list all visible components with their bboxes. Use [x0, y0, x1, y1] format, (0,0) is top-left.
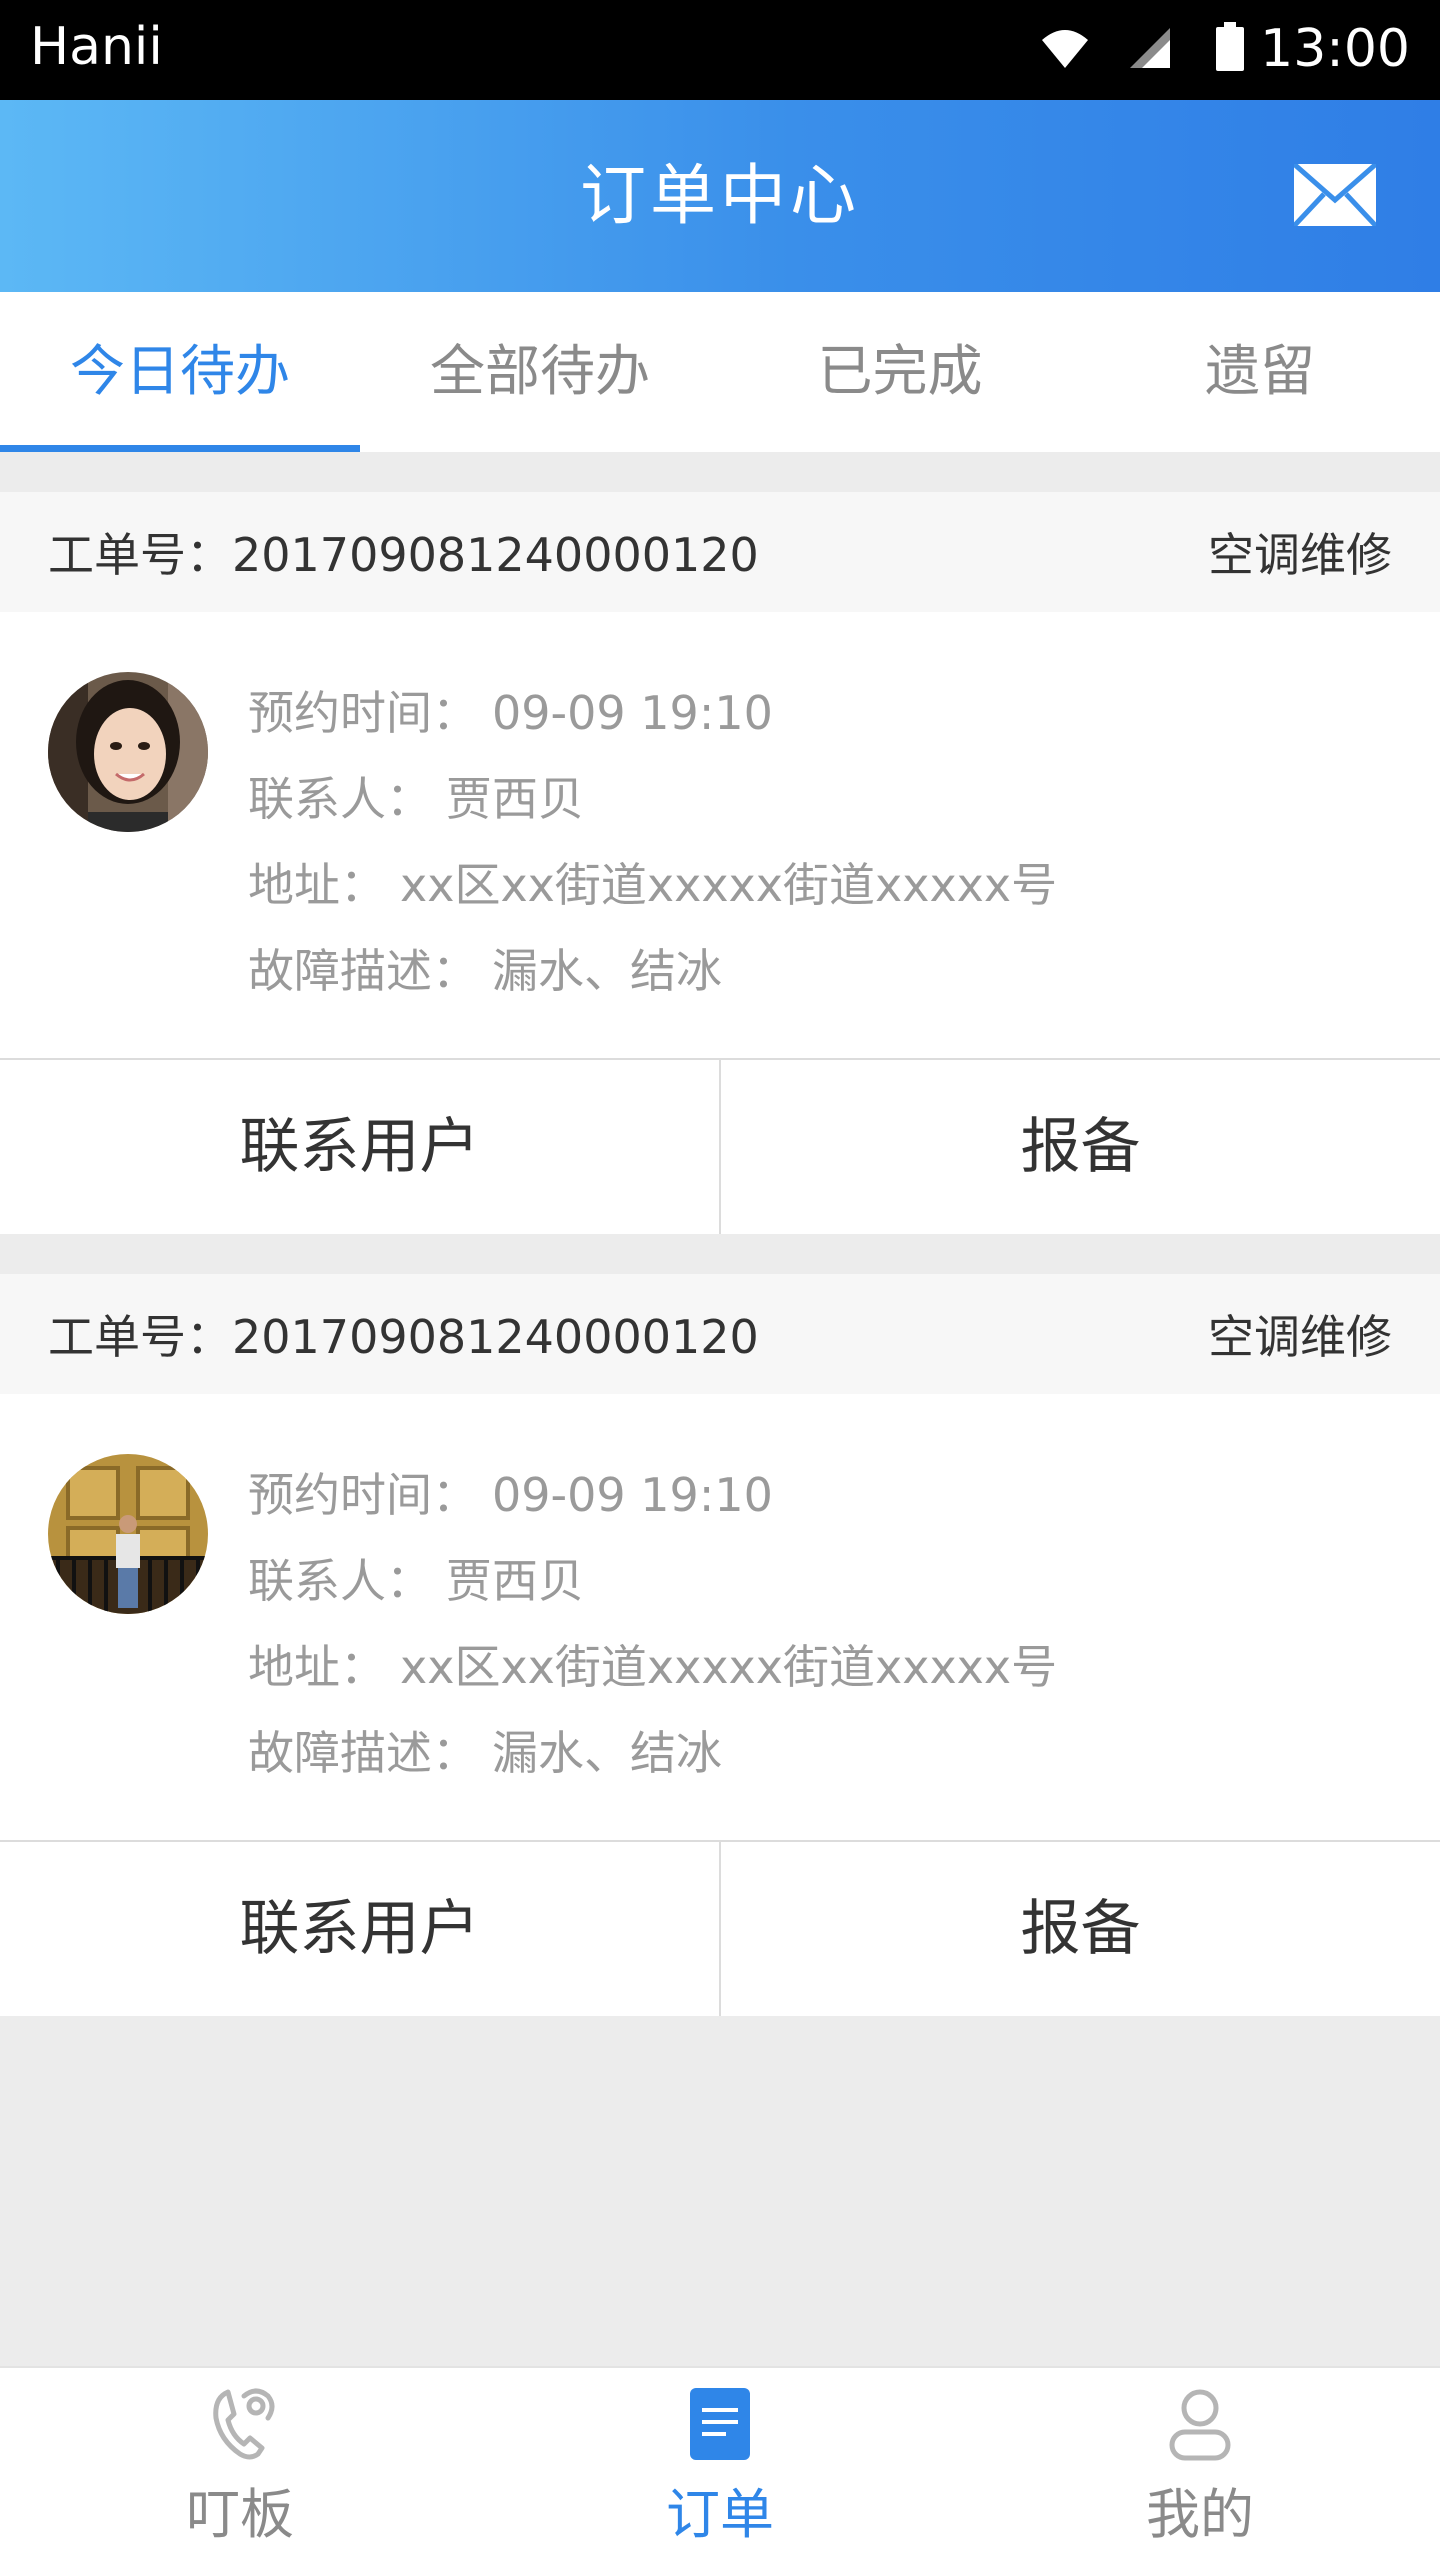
- app-header: 订单中心: [0, 100, 1440, 292]
- order-details: 预约时间： 09-09 19:10 联系人： 贾西贝 地址： xx区xx街道xxxxx…: [0, 612, 1440, 1058]
- nav-label: 订单: [666, 2483, 774, 2546]
- tab-all-todo[interactable]: 全部待办: [360, 292, 720, 452]
- nav-item-orders[interactable]: 订单: [480, 2368, 960, 2560]
- report-button[interactable]: 报备: [719, 1060, 1440, 1234]
- battery-icon: [1216, 22, 1244, 71]
- address: 地址： xx区xx街道xxxxx街道xxxxx号: [248, 858, 1058, 912]
- order-info: 预约时间： 09-09 19:10 联系人： 贾西贝 地址： xx区xx街道xxxxx…: [248, 1452, 1057, 1796]
- mail-icon[interactable]: [1294, 164, 1376, 226]
- nav-label: 叮板: [186, 2483, 294, 2546]
- order-card-header: 工单号：201709081240000120 空调维修: [0, 492, 1440, 612]
- fault-description: 故障描述： 漏水、结冰: [248, 1726, 722, 1780]
- report-button[interactable]: 报备: [719, 1842, 1440, 2016]
- phone-ring-icon: [213, 2388, 275, 2460]
- user-icon: [1169, 2389, 1231, 2461]
- tab-bar: 今日待办 全部待办 已完成 遗留: [0, 292, 1440, 452]
- page-title: 订单中心: [580, 157, 860, 234]
- wifi-icon: [1042, 30, 1088, 68]
- avatar: [48, 1454, 208, 1614]
- order-details: 预约时间： 09-09 19:10 联系人： 贾西贝 地址： xx区xx街道xxxxx…: [0, 1394, 1440, 1840]
- document-icon: [690, 2388, 750, 2460]
- order-number: 工单号：201709081240000120: [48, 1310, 759, 1364]
- nav-item-mine[interactable]: 我的: [960, 2368, 1440, 2560]
- nav-item-dingban[interactable]: 叮板: [0, 2368, 480, 2560]
- order-number: 工单号：201709081240000120: [48, 528, 759, 582]
- service-type: 空调维修: [1208, 1310, 1392, 1364]
- tab-today-todo[interactable]: 今日待办: [0, 292, 360, 452]
- order-actions: 联系用户 报备: [0, 1058, 1440, 1234]
- clock: 13:00: [1260, 19, 1410, 79]
- contact-person: 联系人： 贾西贝: [248, 772, 584, 826]
- avatar: [48, 672, 208, 832]
- appointment-time: 预约时间： 09-09 19:10: [248, 686, 773, 740]
- contact-user-button[interactable]: 联系用户: [0, 1060, 719, 1234]
- carrier-name: Hanii: [30, 17, 163, 77]
- tab-leftover[interactable]: 遗留: [1080, 292, 1440, 452]
- nav-label: 我的: [1146, 2483, 1254, 2546]
- bottom-nav: 叮板 订单 我的: [0, 2366, 1440, 2560]
- address: 地址： xx区xx街道xxxxx街道xxxxx号: [248, 1640, 1058, 1694]
- status-bar: Hanii 13:00: [0, 0, 1440, 100]
- order-actions: 联系用户 报备: [0, 1840, 1440, 2016]
- fault-description: 故障描述： 漏水、结冰: [248, 944, 722, 998]
- contact-user-button[interactable]: 联系用户: [0, 1842, 719, 2016]
- order-card: 工单号：201709081240000120 空调维修 预约时间： 09-09 1…: [0, 492, 1440, 1234]
- order-card: 工单号：201709081240000120 空调维修 预约时间： 09-09 …: [0, 1274, 1440, 2016]
- appointment-time: 预约时间： 09-09 19:10: [248, 1468, 773, 1522]
- contact-person: 联系人： 贾西贝: [248, 1554, 584, 1608]
- order-info: 预约时间： 09-09 19:10 联系人： 贾西贝 地址： xx区xx街道xxxxx…: [248, 670, 1057, 1014]
- service-type: 空调维修: [1208, 528, 1392, 582]
- order-card-header: 工单号：201709081240000120 空调维修: [0, 1274, 1440, 1394]
- signal-icon: [1130, 28, 1170, 68]
- tab-completed[interactable]: 已完成: [720, 292, 1080, 452]
